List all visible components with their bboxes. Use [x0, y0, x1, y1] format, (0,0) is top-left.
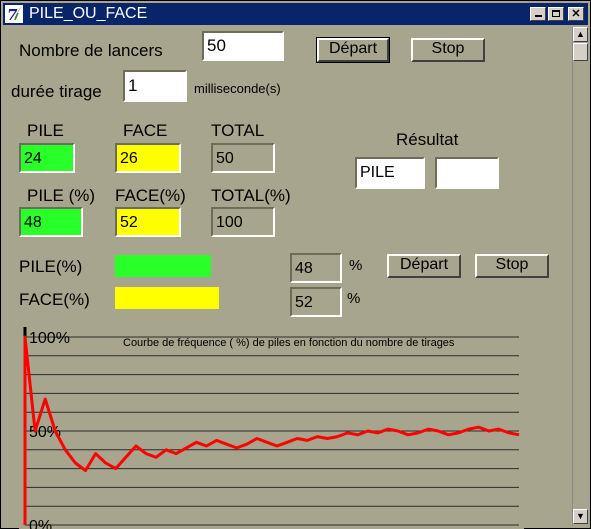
minimize-icon	[534, 15, 542, 17]
pile-count-field: 24	[19, 143, 75, 173]
window-title: PILE_OU_FACE	[29, 5, 148, 22]
duree-tirage-label: durée tirage	[11, 82, 102, 101]
face-progress-bar	[115, 287, 219, 309]
maximize-icon	[552, 10, 560, 17]
resultat-field: PILE	[355, 157, 425, 189]
maximize-button[interactable]	[548, 7, 564, 21]
chart-tick-label: 100%	[29, 330, 70, 347]
app-window: 7 PILE_OU_FACE ✕ Nombre de lancers 50 Dé…	[0, 0, 591, 529]
scroll-thumb[interactable]	[573, 43, 588, 61]
total-pct-label: TOTAL(%)	[211, 186, 291, 205]
pile-pct-field: 48	[19, 207, 83, 237]
total-count-field: 50	[211, 143, 275, 173]
scroll-down-button[interactable]: ▼	[573, 509, 588, 524]
nombre-lancers-label: Nombre de lancers	[19, 41, 163, 60]
face-pct-field: 52	[115, 207, 181, 237]
scroll-up-button[interactable]: ▲	[573, 27, 588, 42]
pile-pct-label: PILE (%)	[27, 186, 96, 205]
pile-pct-symbol: %	[349, 257, 363, 274]
face-bar-label: FACE(%)	[19, 290, 90, 309]
face-bar-value: 52	[290, 287, 342, 317]
depart-button-2[interactable]: Départ	[387, 254, 461, 278]
arrow-down-icon: ▼	[576, 511, 585, 521]
nombre-lancers-input[interactable]: 50	[202, 31, 284, 61]
title-bar[interactable]: 7 PILE_OU_FACE ✕	[3, 3, 588, 25]
face-count-label: FACE	[123, 121, 168, 140]
face-pct-symbol: %	[347, 290, 361, 307]
chart-title: Courbe de fréquence ( %) de piles en fon…	[123, 337, 455, 349]
depart-button[interactable]: Départ	[316, 37, 390, 63]
frequency-chart: 100%50%0%Courbe de fréquence ( %) de pil…	[19, 325, 524, 529]
pile-bar-label: PILE(%)	[19, 257, 83, 276]
face-count-field: 26	[115, 143, 181, 173]
tk-feather-icon: 7	[5, 5, 23, 23]
duree-unit-label: milliseconde(s)	[194, 81, 281, 96]
pile-progress-bar	[115, 255, 211, 277]
stop-button-2[interactable]: Stop	[475, 254, 549, 278]
total-pct-field: 100	[211, 207, 275, 237]
stop-button[interactable]: Stop	[411, 38, 485, 62]
resultat-label: Résultat	[396, 130, 459, 149]
close-button[interactable]: ✕	[568, 7, 584, 21]
resultat-field-secondary	[435, 157, 499, 189]
arrow-up-icon: ▲	[576, 29, 585, 39]
total-count-label: TOTAL	[211, 121, 265, 140]
pile-bar-value: 48	[290, 253, 342, 283]
pile-count-label: PILE	[27, 121, 64, 140]
chart-tick-label: 0%	[29, 518, 52, 529]
vertical-scrollbar[interactable]: ▲ ▼	[572, 27, 588, 526]
close-icon: ✕	[571, 8, 581, 20]
face-pct-label: FACE(%)	[115, 186, 186, 205]
minimize-button[interactable]	[530, 7, 546, 21]
duree-tirage-input[interactable]: 1	[123, 70, 187, 102]
